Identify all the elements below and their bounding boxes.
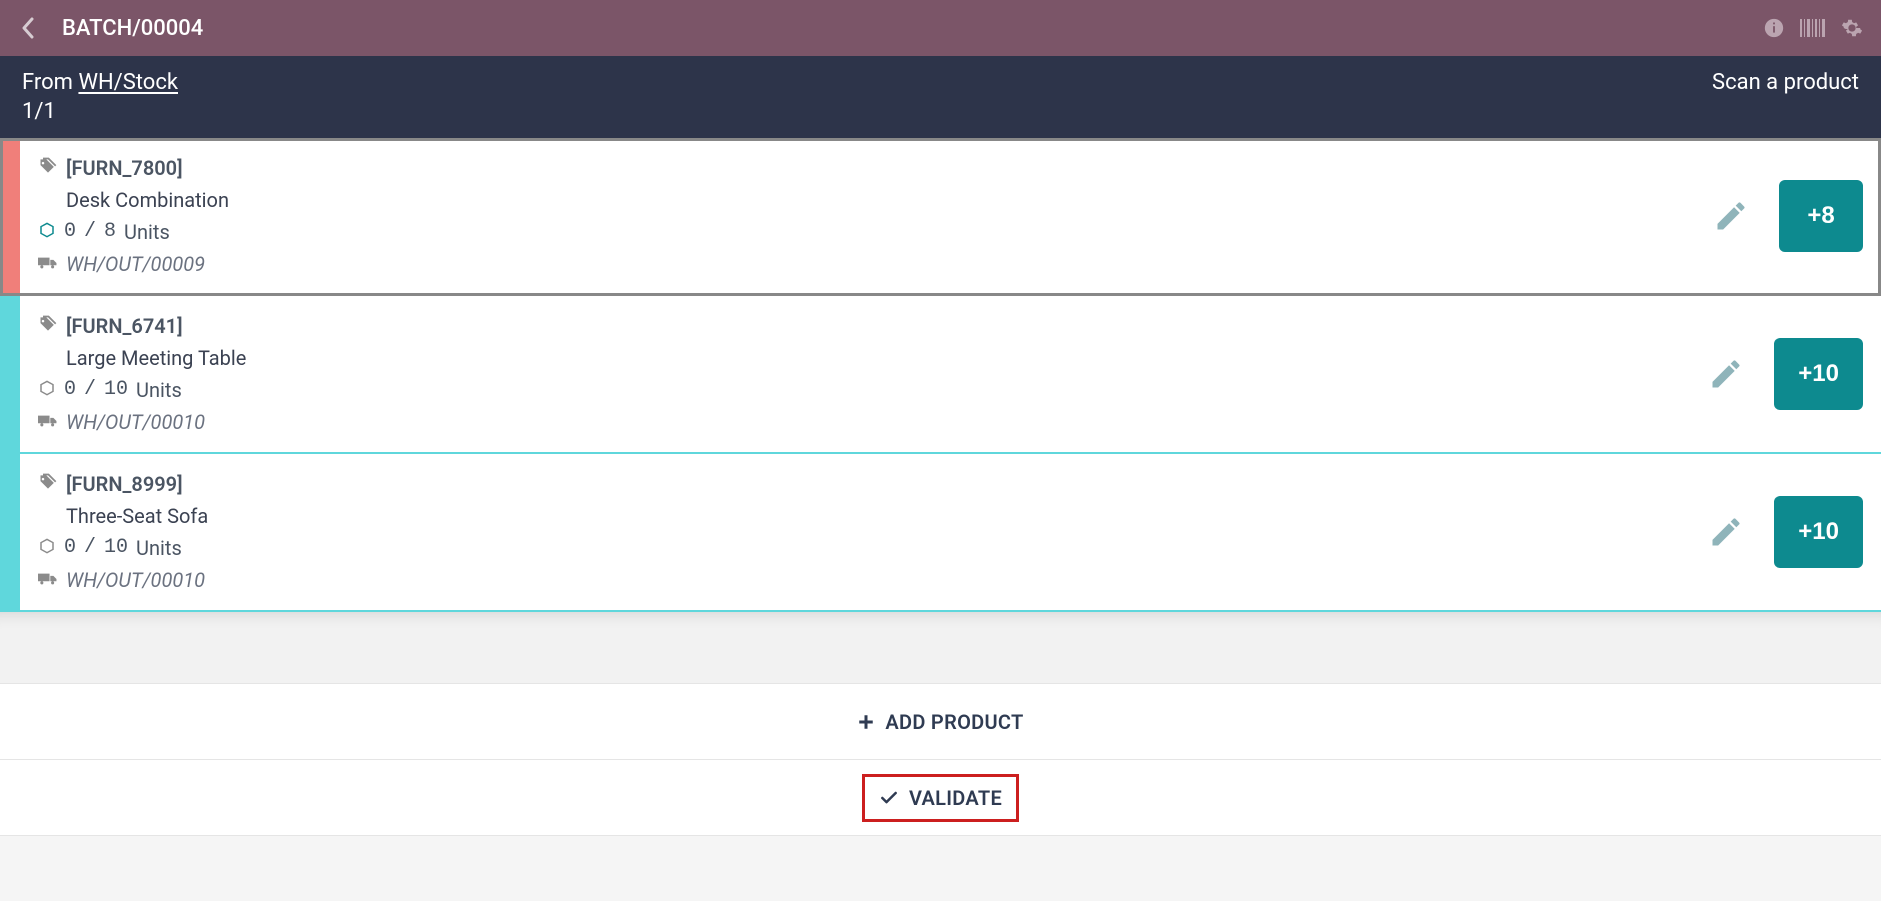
edit-button[interactable]: [1708, 514, 1744, 550]
qty-done: 0: [64, 532, 76, 564]
info-icon[interactable]: [1763, 17, 1785, 39]
sku: [FURN_7800]: [66, 152, 183, 184]
row-content: [FURN_7800] Desk Combination 0 / 8 Units: [20, 138, 1881, 294]
from-label: From: [22, 70, 73, 95]
add-qty-button[interactable]: +8: [1779, 180, 1863, 252]
row-actions: +8: [1713, 180, 1863, 252]
tags-icon: [38, 468, 58, 500]
edit-button[interactable]: [1713, 198, 1749, 234]
tags-icon: [38, 152, 58, 184]
location-link[interactable]: WH/Stock: [78, 70, 178, 95]
gear-icon[interactable]: [1841, 17, 1863, 39]
row-info: [FURN_8999] Three-Seat Sofa 0 / 10 Units: [38, 468, 1708, 596]
subheader: From WH/Stock 1/1 Scan a product: [0, 56, 1881, 138]
uom: Units: [124, 216, 170, 248]
check-icon: [879, 788, 899, 808]
page-counter: 1/1: [22, 99, 178, 124]
picking-ref: WH/OUT/00010: [66, 406, 205, 438]
add-qty-button[interactable]: +10: [1774, 338, 1863, 410]
chevron-left-icon: [20, 17, 36, 39]
qty-sep: /: [84, 374, 96, 406]
qty-demand: 8: [104, 216, 116, 248]
product-name: Desk Combination: [66, 184, 1713, 216]
barcode-icon[interactable]: [1799, 18, 1827, 38]
uom: Units: [136, 532, 182, 564]
product-row[interactable]: [FURN_6741] Large Meeting Table 0 / 10 U…: [0, 296, 1881, 454]
product-rows: [FURN_7800] Desk Combination 0 / 8 Units: [0, 138, 1881, 612]
from-block: From WH/Stock 1/1: [22, 70, 178, 124]
row-content: [FURN_6741] Large Meeting Table 0 / 10 U…: [20, 296, 1881, 452]
tags-icon: [38, 310, 58, 342]
product-name: Three-Seat Sofa: [66, 500, 1708, 532]
add-product-button[interactable]: ADD PRODUCT: [0, 684, 1881, 760]
qty-done: 0: [64, 374, 76, 406]
product-row[interactable]: [FURN_7800] Desk Combination 0 / 8 Units: [0, 138, 1881, 296]
sku: [FURN_8999]: [66, 468, 183, 500]
add-product-label: ADD PRODUCT: [885, 710, 1023, 734]
row-actions: +10: [1708, 338, 1863, 410]
row-info: [FURN_7800] Desk Combination 0 / 8 Units: [38, 152, 1713, 280]
cube-icon: [38, 216, 56, 248]
row-indicator: [0, 454, 20, 610]
validate-label: VALIDATE: [909, 786, 1002, 810]
sku: [FURN_6741]: [66, 310, 183, 342]
spacer: [0, 612, 1881, 684]
validate-button[interactable]: VALIDATE: [0, 760, 1881, 836]
truck-icon: [38, 248, 58, 280]
product-name: Large Meeting Table: [66, 342, 1708, 374]
cube-icon: [38, 532, 56, 564]
scan-prompt: Scan a product: [1712, 70, 1859, 95]
qty-done: 0: [64, 216, 76, 248]
uom: Units: [136, 374, 182, 406]
truck-icon: [38, 564, 58, 596]
cube-icon: [38, 374, 56, 406]
topbar-actions: [1763, 17, 1863, 39]
row-indicator: [0, 296, 20, 452]
plus-icon: [857, 713, 875, 731]
edit-button[interactable]: [1708, 356, 1744, 392]
truck-icon: [38, 406, 58, 438]
qty-sep: /: [84, 216, 96, 248]
page-title: BATCH/00004: [62, 16, 1763, 41]
row-info: [FURN_6741] Large Meeting Table 0 / 10 U…: [38, 310, 1708, 438]
qty-demand: 10: [104, 374, 128, 406]
topbar: BATCH/00004: [0, 0, 1881, 56]
back-button[interactable]: [20, 17, 50, 39]
add-qty-button[interactable]: +10: [1774, 496, 1863, 568]
row-content: [FURN_8999] Three-Seat Sofa 0 / 10 Units: [20, 454, 1881, 610]
product-row[interactable]: [FURN_8999] Three-Seat Sofa 0 / 10 Units: [0, 454, 1881, 612]
row-indicator: [0, 138, 20, 294]
row-actions: +10: [1708, 496, 1863, 568]
qty-demand: 10: [104, 532, 128, 564]
qty-sep: /: [84, 532, 96, 564]
picking-ref: WH/OUT/00009: [66, 248, 205, 280]
picking-ref: WH/OUT/00010: [66, 564, 205, 596]
